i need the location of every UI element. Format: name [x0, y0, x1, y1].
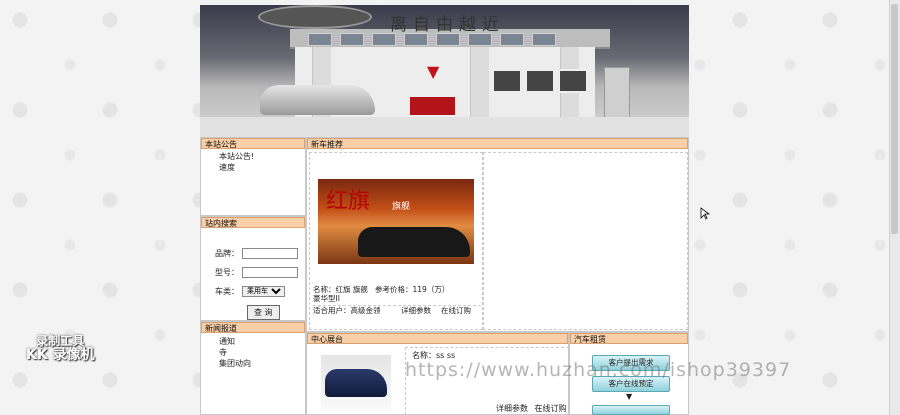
notice-item[interactable]: 速度: [201, 162, 305, 173]
site-page: 离自由越近 ▼ 本站公告 本站公告! 速度 站内搜索 品牌： 型号： 车类： 乘…: [200, 5, 689, 415]
banner-thumb: [308, 33, 332, 46]
banner-thumb: [340, 33, 364, 46]
rental-title: 汽车租赁: [570, 333, 688, 344]
mouse-cursor-icon: [700, 207, 710, 220]
center-image[interactable]: [321, 355, 391, 411]
newcar-details-link[interactable]: 详细参数: [401, 306, 441, 315]
newcar-order-link[interactable]: 在线订购: [441, 306, 471, 315]
scrollbar-thumb[interactable]: [891, 4, 898, 234]
newcar-image-tag: 旗舰: [392, 202, 411, 212]
banner-car-image: [260, 85, 375, 115]
banner-slogan: 离自由越近: [390, 15, 505, 35]
rental-arrow-icon: ▼: [626, 392, 633, 401]
newcar-price: 参考价格：119（万）: [375, 285, 450, 294]
news-panel: 新闻报道 通知 寺 集团动向: [200, 321, 306, 415]
center-order-link[interactable]: 在线订购: [531, 404, 567, 413]
newcar-card-empty: [483, 152, 688, 330]
news-item[interactable]: 集团动向: [201, 358, 305, 369]
notice-item[interactable]: 本站公告!: [201, 151, 305, 162]
newcar-image-calligraphy: 红旗: [326, 189, 371, 214]
news-item[interactable]: 通知: [201, 336, 305, 347]
model-label: 型号：: [215, 268, 239, 277]
brand-label: 品牌：: [215, 249, 239, 258]
newcar-image[interactable]: 红旗 旗舰: [318, 179, 474, 264]
news-item[interactable]: 寺: [201, 347, 305, 358]
newcar-name: 名称：红旗 旗舰豪华型II: [313, 285, 368, 303]
banner-floor: [200, 117, 689, 137]
header-banner: 离自由越近 ▼: [200, 5, 689, 137]
model-input[interactable]: [242, 267, 298, 278]
news-title: 新闻报道: [201, 322, 305, 333]
banner-red-counter: [410, 97, 455, 115]
banner-thumb: [532, 33, 556, 46]
recorder-logo: 录制工具 KK 录像机: [26, 334, 95, 362]
banner-sign-disc: [258, 5, 372, 29]
recorder-line2: KK 录像机: [26, 347, 95, 363]
brand-input[interactable]: [242, 248, 298, 259]
center-details-link[interactable]: 详细参数: [496, 404, 528, 413]
newcar-card: 红旗 旗舰 名称：红旗 旗舰豪华型II 参考价格：119（万） 适合用户：高级金…: [309, 152, 483, 330]
banner-photo: [492, 69, 522, 93]
center-info: 名称：ss ss 详细参数 在线订购: [405, 347, 569, 415]
banner-pillar: [470, 47, 489, 117]
notice-title: 本站公告: [201, 138, 305, 149]
search-panel: 站内搜索 品牌： 型号： 车类： 乘用车 查 询: [200, 216, 306, 321]
notice-panel: 本站公告 本站公告! 速度: [200, 137, 306, 216]
center-car-shape: [325, 369, 387, 397]
brand-logo-icon: ▼: [427, 62, 440, 81]
search-title: 站内搜索: [201, 217, 305, 228]
type-select[interactable]: 乘用车: [242, 286, 285, 297]
type-label: 车类：: [215, 287, 239, 296]
page-scrollbar[interactable]: [889, 0, 900, 415]
banner-photo: [525, 69, 555, 93]
center-title: 中心展台: [307, 333, 568, 344]
newcar-panel: 新车推荐 红旗 旗舰 名称：红旗 旗舰豪华型II 参考价格：119（万） 适合用…: [306, 137, 689, 332]
newcar-users: 适合用户：高级金领: [313, 306, 381, 315]
newcar-title: 新车推荐: [307, 138, 688, 149]
search-button[interactable]: 查 询: [247, 305, 280, 320]
newcar-car-shape: [358, 227, 470, 257]
watermark-url: https://www.huzhan.com/ishop39397: [405, 359, 792, 381]
recorder-line1: 录制工具: [36, 334, 85, 348]
rental-next-button[interactable]: [592, 405, 670, 415]
banner-photo: [558, 69, 588, 93]
